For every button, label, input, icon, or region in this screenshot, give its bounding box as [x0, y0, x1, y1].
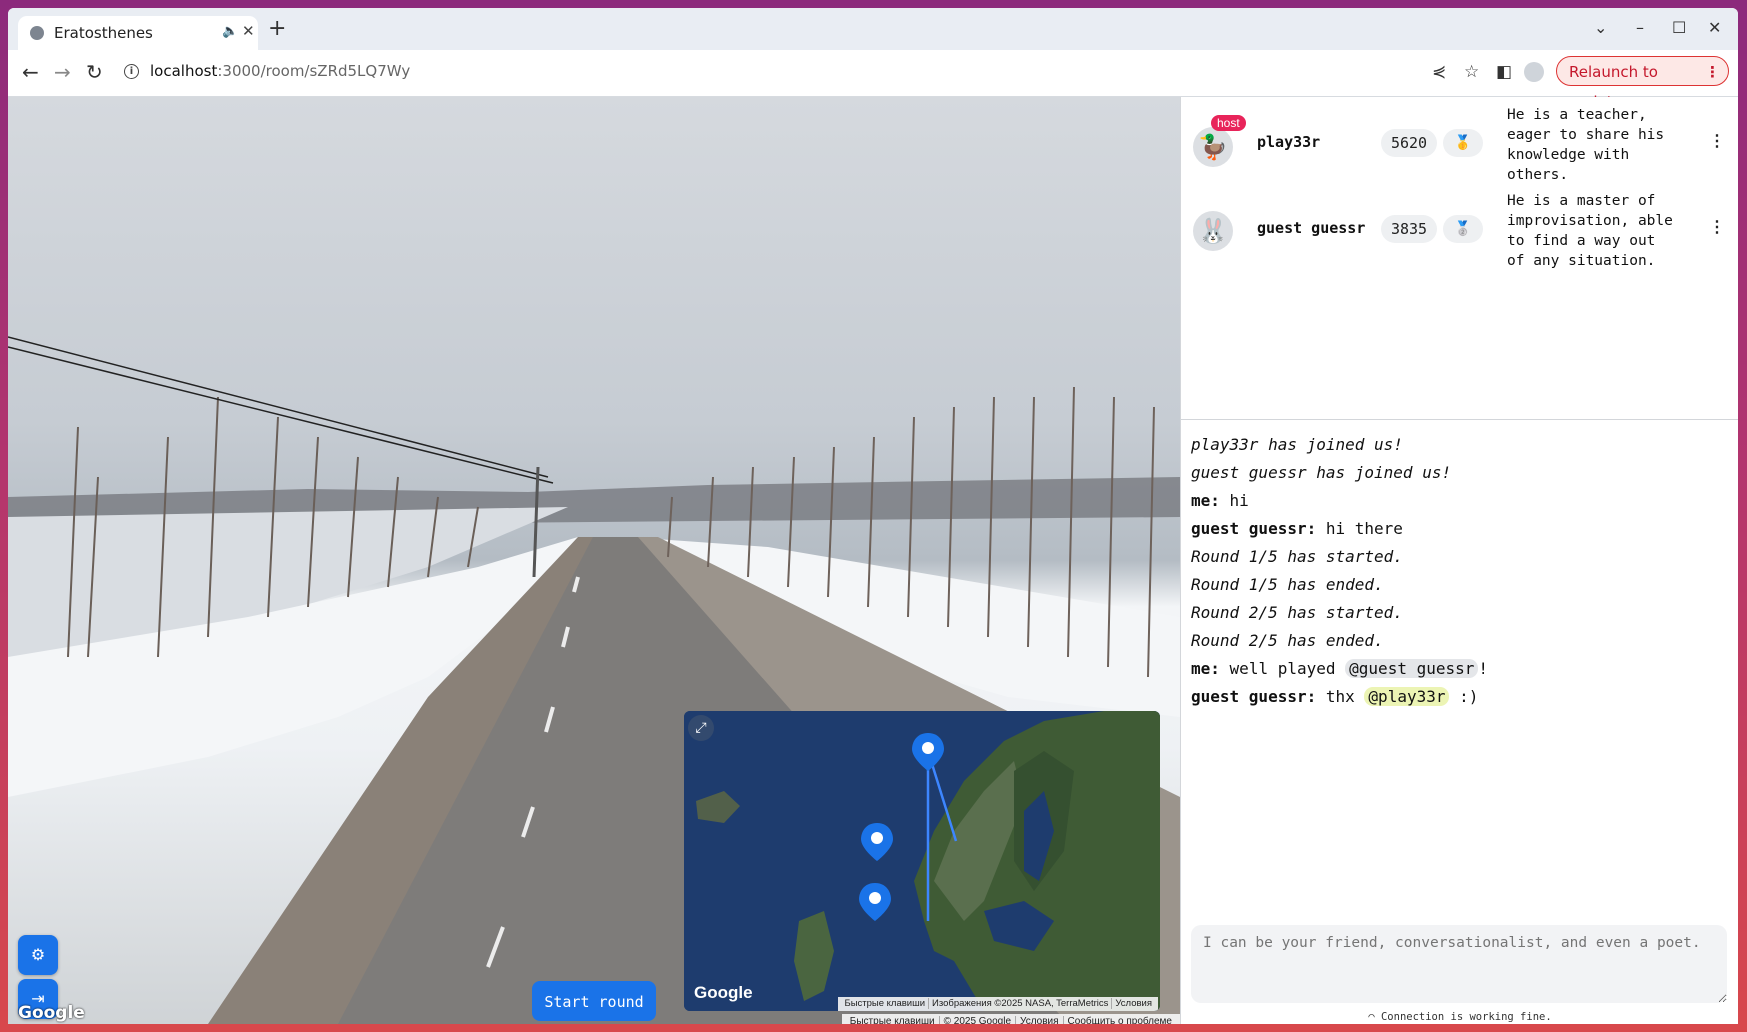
player-score: 3835 [1381, 215, 1437, 243]
chat-system-message: Round 2/5 has started. [1191, 603, 1403, 622]
map-satellite [684, 711, 1160, 1011]
reload-icon[interactable]: ↻ [86, 62, 103, 82]
chat-text: thx [1325, 687, 1355, 706]
address-bar[interactable]: localhost:3000/room/sZRd5LQ7Wy [150, 62, 410, 80]
player-bio: He is a master of improvisation, able to… [1507, 193, 1673, 269]
chat-message: me: hi [1191, 487, 1721, 515]
chat-author: me: [1191, 491, 1220, 510]
host-badge: host [1211, 115, 1246, 131]
streetview-attribution: Быстрые клавиши © 2025 Google Условия Сообщ… [841, 1014, 1180, 1024]
silver-medal-icon: 🥈 [1443, 215, 1483, 243]
side-panel-icon[interactable]: ◧ [1496, 62, 1512, 82]
profile-icon[interactable] [1524, 62, 1544, 82]
avatar: 🦆 [1193, 127, 1233, 167]
gold-medal-icon: 🥇 [1443, 129, 1483, 157]
chat-text: hi [1229, 491, 1249, 510]
google-logo: Google [18, 1003, 85, 1023]
expand-map-icon[interactable]: ⤢ [688, 715, 714, 741]
attr-report[interactable]: Сообщить о проблеме [1062, 1016, 1176, 1024]
site-info-icon[interactable]: i [124, 64, 139, 79]
player-score: 5620 [1381, 129, 1437, 157]
forward-icon[interactable]: → [54, 62, 71, 82]
player-row: 🐰 guest guessr 3835 🥈 He is a master of … [1181, 193, 1738, 285]
player-name: play33r [1257, 133, 1321, 151]
more-vertical-icon[interactable]: ⋮ [1705, 57, 1720, 87]
chat-message: guest guessr: thx @play33r :) [1191, 683, 1721, 711]
tab-strip: Eratosthenes 🔈 ✕ + ⌄ – ☐ ✕ [8, 8, 1738, 50]
attr-terms[interactable]: Условия [1015, 1016, 1063, 1024]
player-menu-icon[interactable]: ⋮ [1709, 131, 1725, 150]
chat-system-message: guest guessr has joined us! [1191, 463, 1452, 482]
browser-toolbar: ← → ↻ i localhost:3000/room/sZRd5LQ7Wy ⋞… [8, 50, 1738, 111]
maximize-icon[interactable]: ☐ [1672, 20, 1686, 36]
chat-author: me: [1191, 659, 1220, 678]
player-row: 🦆 host play33r 5620 🥇 He is a teacher, e… [1181, 107, 1738, 189]
street-view-panorama[interactable]: ⚙ ⇥ Google Start round ⤢ Google Быстрые … [8, 97, 1180, 1024]
map-google-logo: Google [694, 983, 753, 1002]
chat-system-message: Round 1/5 has ended. [1191, 575, 1384, 594]
map-attribution: Быстрые клавиши Изображения ©2025 NASA, T… [838, 997, 1158, 1011]
player-bio: He is a teacher, eager to share his know… [1507, 107, 1665, 183]
wifi-icon: ◠ [1368, 1011, 1381, 1023]
back-icon[interactable]: ← [22, 62, 39, 82]
guess-minimap[interactable]: ⤢ Google Быстрые клавиши Изображения ©202… [684, 711, 1160, 1011]
map-attr-terms[interactable]: Условия [1111, 998, 1155, 1009]
chat-system-message: Round 1/5 has started. [1191, 547, 1403, 566]
attr-copyright: © 2025 Google [938, 1016, 1016, 1024]
start-round-button[interactable]: Start round [532, 981, 656, 1021]
player-list: 🦆 host play33r 5620 🥇 He is a teacher, e… [1181, 97, 1738, 420]
map-attr-imagery: Изображения ©2025 NASA, TerraMetrics [928, 998, 1112, 1009]
new-tab-button[interactable]: + [268, 18, 286, 40]
chat-log: play33r has joined us! guest guessr has … [1191, 431, 1721, 711]
settings-button[interactable]: ⚙ [18, 935, 58, 975]
player-name: guest guessr [1257, 219, 1366, 237]
tab-eratosthenes[interactable]: Eratosthenes 🔈 ✕ [18, 16, 258, 50]
chat-input[interactable] [1191, 925, 1727, 1003]
chat-system-message: Round 2/5 has ended. [1191, 631, 1384, 650]
player-menu-icon[interactable]: ⋮ [1709, 217, 1725, 236]
app-content: ⚙ ⇥ Google Start round ⤢ Google Быстрые … [8, 97, 1738, 1024]
chat-message: guest guessr: hi there [1191, 515, 1721, 543]
chat-author: guest guessr: [1191, 687, 1317, 706]
connection-text: Connection is working fine. [1380, 1011, 1552, 1023]
chat-system-message: play33r has joined us! [1191, 435, 1403, 454]
chat-author: guest guessr: [1191, 519, 1317, 538]
attr-shortcuts[interactable]: Быстрые клавиши [846, 1016, 939, 1024]
gear-icon: ⚙ [30, 945, 46, 964]
tab-search-icon[interactable]: ⌄ [1594, 20, 1607, 36]
chat-text: hi there [1325, 519, 1403, 538]
chat-text: well played [1229, 659, 1336, 678]
avatar: 🐰 [1193, 211, 1233, 251]
speaker-icon[interactable]: 🔈 [222, 24, 238, 39]
minimize-icon[interactable]: – [1636, 20, 1644, 36]
chat-text: ! [1478, 659, 1489, 678]
relaunch-button[interactable]: Relaunch to update ⋮ [1556, 56, 1729, 111]
bookmark-star-icon[interactable]: ☆ [1464, 62, 1479, 82]
close-tab-icon[interactable]: ✕ [242, 22, 255, 40]
chat-message: me: well played @guest guessr! [1191, 655, 1721, 683]
connection-status: ◠ Connection is working fine. [1181, 1011, 1738, 1023]
chat-text: :) [1459, 687, 1479, 706]
close-window-icon[interactable]: ✕ [1708, 20, 1721, 36]
url-path: :3000/room/sZRd5LQ7Wy [217, 62, 411, 80]
chat-mention-self[interactable]: @play33r [1364, 687, 1450, 706]
url-host: localhost [150, 62, 218, 80]
globe-icon [30, 26, 44, 40]
map-attr-shortcuts[interactable]: Быстрые клавиши [841, 998, 928, 1009]
room-sidebar: 🦆 host play33r 5620 🥇 He is a teacher, e… [1180, 97, 1738, 1024]
browser-window: Eratosthenes 🔈 ✕ + ⌄ – ☐ ✕ ← → ↻ i local… [8, 8, 1738, 1024]
share-icon[interactable]: ⋞ [1432, 62, 1446, 82]
tab-title: Eratosthenes [54, 24, 153, 42]
chat-mention[interactable]: @guest guessr [1345, 659, 1479, 678]
